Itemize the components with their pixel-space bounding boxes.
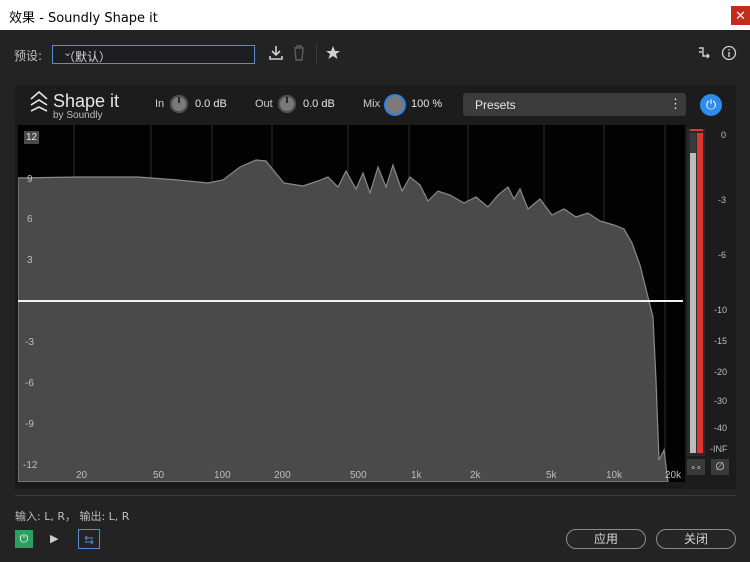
plugin-panel: Shape it by Soundly In 0.0 dB Out 0.0 dB… <box>15 85 736 489</box>
close-window-button[interactable]: ✕ <box>731 6 750 25</box>
more-options-icon: ⋮ <box>669 96 682 111</box>
preset-row: 预设: （默认） ⌄ <box>0 30 750 78</box>
meter-tick: -10 <box>714 305 728 315</box>
plugin-header: Shape it by Soundly In 0.0 dB Out 0.0 dB… <box>15 85 736 125</box>
preset-label: 预设: <box>14 49 43 63</box>
meter-tick: -15 <box>714 336 728 346</box>
in-gain-knob[interactable] <box>170 95 188 113</box>
x-tick-label: 10k <box>606 470 623 481</box>
out-gain-knob[interactable] <box>278 95 296 113</box>
x-tick-label: 20 <box>76 470 88 481</box>
mix-knob[interactable] <box>384 94 406 116</box>
chevron-down-icon: ⌄ <box>63 46 73 59</box>
meter-left-bar <box>690 133 696 453</box>
title-bar: 效果 - Soundly Shape it ✕ <box>0 0 750 30</box>
meter-left-level <box>690 153 696 453</box>
trash-icon[interactable] <box>292 45 306 64</box>
y-tick-label: 3 <box>27 255 33 266</box>
download-icon[interactable] <box>268 45 284 64</box>
effect-power-button[interactable]: ⏻ <box>15 530 33 548</box>
x-tick-label: 5k <box>546 470 557 481</box>
footer: 输入: L, R， 输出: L, R ⏻ ▶ ⇆ 应用 关闭 <box>0 489 750 562</box>
meter-tick: 0 <box>721 130 727 140</box>
y-tick-label: 6 <box>27 214 33 225</box>
loop-icon[interactable]: ⇆ <box>78 529 100 549</box>
x-tick-label: 200 <box>274 470 291 481</box>
presets-button[interactable]: Presets ⋮ <box>463 93 686 116</box>
meter-tick: -30 <box>714 396 728 406</box>
eq-graph[interactable]: 12 9 6 3 -3 -6 -9 -12 20 50 100 200 500 … <box>18 125 685 482</box>
meter-tick: -40 <box>714 423 728 433</box>
y-tick-label: -6 <box>25 378 34 389</box>
meter-tick: -3 <box>718 195 727 205</box>
x-tick-label: 50 <box>153 470 165 481</box>
routing-icon[interactable] <box>698 46 712 63</box>
x-tick-label: 2k <box>470 470 481 481</box>
shape-it-logo: Shape it by Soundly <box>29 90 119 121</box>
in-label: In <box>155 98 165 110</box>
mix-label: Mix <box>363 98 381 110</box>
brand-by: by Soundly <box>53 110 103 121</box>
io-routing-text: 输入: L, R， 输出: L, R <box>15 510 130 523</box>
y-tick-label: 9 <box>27 174 33 185</box>
meter-right-level <box>697 133 703 453</box>
play-icon[interactable]: ▶ <box>50 532 58 545</box>
x-tick-label: 20k <box>665 470 682 481</box>
preset-select[interactable]: （默认） ⌄ <box>52 45 255 64</box>
in-gain-value: 0.0 dB <box>195 98 227 110</box>
out-label: Out <box>255 98 273 110</box>
output-meter: 0 -3 -6 -10 -15 -20 -30 -40 -INF ∘∘ ∅ <box>685 125 736 489</box>
y-top-badge: 12 <box>26 132 38 143</box>
out-gain-value: 0.0 dB <box>303 98 335 110</box>
y-tick-label: -3 <box>25 337 34 348</box>
link-channels-button[interactable]: ∘∘ <box>687 459 705 475</box>
brand-name: Shape it <box>53 91 120 111</box>
toolbar-divider <box>316 44 317 64</box>
apply-button[interactable]: 应用 <box>566 529 646 549</box>
info-icon[interactable] <box>721 45 737 64</box>
meter-tick: -20 <box>714 367 728 377</box>
footer-divider <box>15 495 736 496</box>
meter-tick: -INF <box>710 444 728 454</box>
close-button[interactable]: 关闭 <box>656 529 736 549</box>
meter-peak-indicator <box>690 129 703 131</box>
x-tick-label: 1k <box>411 470 422 481</box>
window-title: 效果 - Soundly Shape it <box>9 11 158 26</box>
phase-invert-button[interactable]: ∅ <box>711 459 729 475</box>
star-icon[interactable] <box>325 45 341 64</box>
meter-tick: -6 <box>718 250 727 260</box>
presets-label: Presets <box>475 98 516 112</box>
x-tick-label: 500 <box>350 470 367 481</box>
shape-it-logo-icon <box>30 90 48 112</box>
power-icon[interactable]: ⏻ <box>700 94 722 116</box>
y-tick-label: -9 <box>25 419 34 430</box>
y-tick-label: -12 <box>23 460 38 471</box>
x-tick-label: 100 <box>214 470 231 481</box>
mix-value: 100 % <box>411 98 443 110</box>
